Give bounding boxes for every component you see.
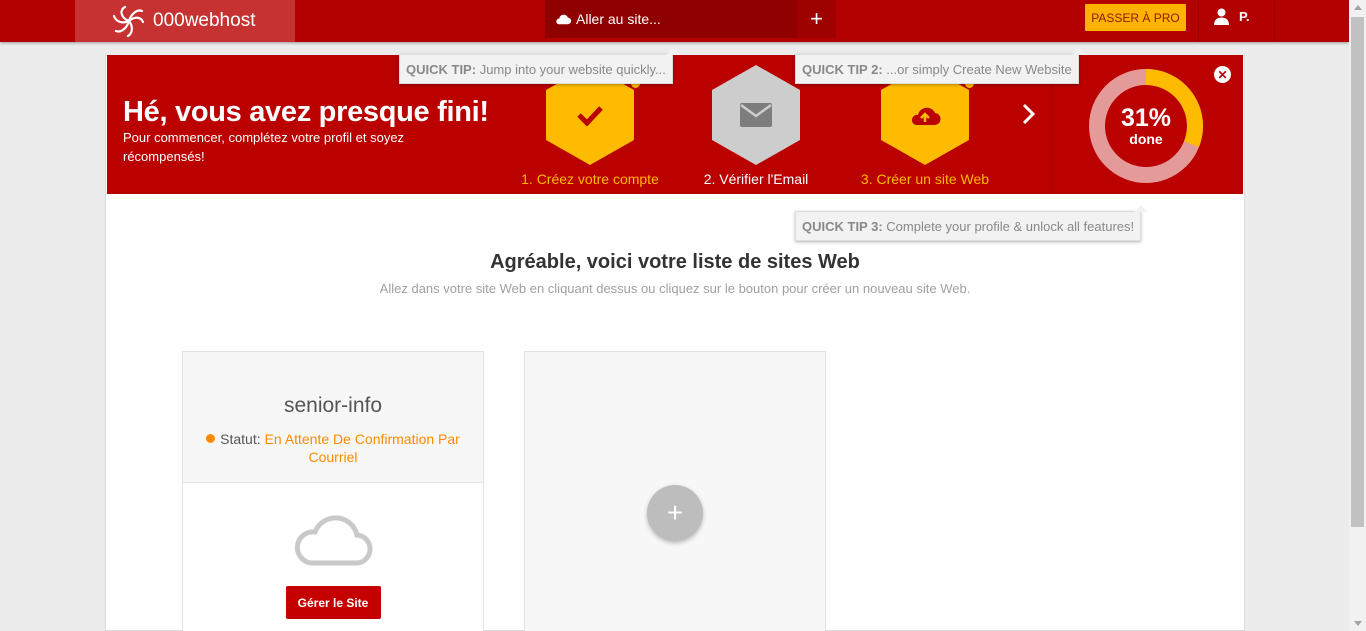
page-title: Agréable, voici votre liste de sites Web bbox=[490, 251, 860, 273]
go-pro-button[interactable]: PASSER À PRO bbox=[1085, 4, 1186, 31]
top-navbar: 000webhost Aller au site... + PASSER À P… bbox=[0, 0, 1349, 42]
tip-label: QUICK TIP: bbox=[406, 62, 477, 77]
step-label: 2. Vérifier l'Email bbox=[703, 171, 809, 187]
create-site-button[interactable]: + bbox=[797, 0, 836, 38]
progress-donut: 31% done bbox=[1087, 67, 1205, 185]
tip-text: Complete your profile & unlock all featu… bbox=[886, 219, 1135, 234]
divider bbox=[1274, 0, 1275, 42]
tip-text: Jump into your website quickly... bbox=[479, 62, 666, 77]
new-site-card[interactable]: + bbox=[524, 351, 826, 631]
scroll-thumb[interactable] bbox=[1351, 17, 1364, 527]
divider bbox=[1198, 0, 1199, 42]
check-icon bbox=[577, 106, 603, 126]
site-status: Statut: En Attente De Confirmation Par C… bbox=[183, 430, 483, 466]
page-subtitle: Allez dans votre site Web en cliquant de… bbox=[379, 281, 971, 296]
site-card[interactable]: senior-info Statut: En Attente De Confir… bbox=[182, 351, 484, 631]
goto-site-dropdown[interactable]: Aller au site... bbox=[545, 0, 797, 38]
status-value: En Attente De Confirmation Par Courriel bbox=[264, 431, 460, 465]
vertical-scrollbar[interactable] bbox=[1349, 0, 1366, 631]
manage-site-button[interactable]: Gérer le Site bbox=[285, 586, 381, 619]
logo[interactable]: 000webhost bbox=[75, 0, 295, 42]
scroll-up-arrow-icon[interactable] bbox=[1354, 5, 1362, 10]
quick-tip-2: QUICK TIP 2: ...or simply Create New Web… bbox=[795, 48, 1086, 84]
quick-tip-3: QUICK TIP 3: Complete your profile & unl… bbox=[795, 205, 1149, 241]
site-name: senior-info bbox=[283, 394, 383, 417]
cloud-icon bbox=[556, 14, 572, 25]
progress-percent: 31% bbox=[1121, 104, 1171, 132]
status-label: Statut: bbox=[220, 431, 261, 447]
add-site-button[interactable]: + bbox=[647, 485, 703, 541]
envelope-icon bbox=[740, 103, 772, 127]
tip-label: QUICK TIP 3: bbox=[802, 219, 883, 234]
chevron-right-icon[interactable] bbox=[1022, 103, 1036, 125]
step-hexagon bbox=[712, 65, 800, 165]
cloud-upload-icon bbox=[911, 107, 941, 126]
tip-label: QUICK TIP 2: bbox=[802, 62, 883, 77]
status-dot-icon bbox=[206, 434, 216, 443]
banner-subtitle: Pour commencer, complétez votre profil e… bbox=[123, 130, 405, 164]
banner-title: Hé, vous avez presque fini! bbox=[123, 96, 489, 128]
step-label: 3. Créer un site Web bbox=[860, 171, 990, 187]
user-name: P. bbox=[1239, 9, 1250, 24]
tip-text: ...or simply Create New Website bbox=[886, 62, 1072, 77]
step-label: 1. Créez votre compte bbox=[521, 171, 659, 187]
user-icon bbox=[1214, 8, 1229, 25]
user-menu[interactable]: P. bbox=[1214, 8, 1250, 25]
cloud-icon bbox=[294, 515, 373, 566]
logo-text: 000webhost bbox=[153, 10, 256, 31]
quick-tip-1: QUICK TIP: Jump into your website quickl… bbox=[399, 48, 680, 84]
scroll-down-arrow-icon[interactable] bbox=[1354, 621, 1362, 626]
logo-swirl-icon bbox=[112, 5, 145, 38]
site-card-header: senior-info Statut: En Attente De Confir… bbox=[183, 352, 483, 483]
progress-caption: done bbox=[1129, 131, 1163, 147]
goto-site-label: Aller au site... bbox=[576, 11, 661, 27]
close-icon[interactable]: ✕ bbox=[1214, 66, 1231, 83]
